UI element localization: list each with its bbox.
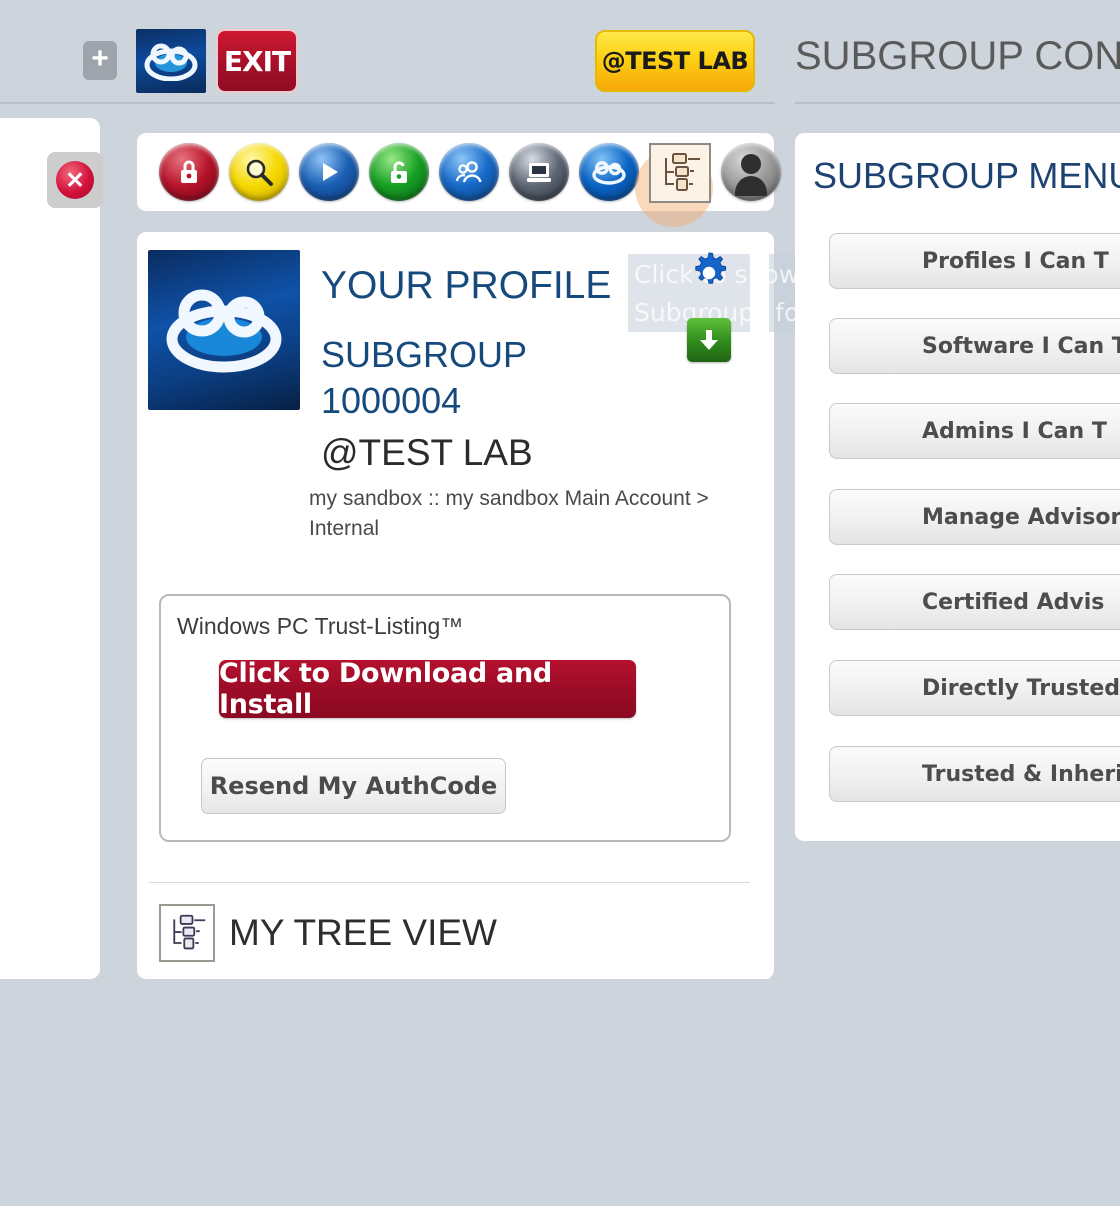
profile-lab-name: @TEST LAB	[321, 432, 533, 473]
page-title: SUBGROUP CONFIGU	[795, 34, 1120, 78]
menu-button-profiles-i-can-trust[interactable]: Profiles I Can T	[829, 233, 1120, 289]
menu-button-label: Manage Advisor A	[922, 504, 1120, 530]
settings-gear-icon[interactable]	[686, 250, 732, 296]
topbar-divider-left	[0, 102, 775, 104]
trust-listing-box: Windows PC Trust-Listing™ Click to Downl…	[159, 594, 731, 842]
app-logo[interactable]	[136, 29, 206, 93]
left-rail-panel	[0, 118, 100, 979]
avatar-glyph	[735, 154, 767, 196]
my-tree-view-row[interactable]: MY TREE VIEW	[159, 904, 497, 962]
unlock-glyph	[391, 161, 407, 183]
blue-play-icon[interactable]	[299, 143, 359, 201]
cloud-avatar-icon	[166, 289, 282, 373]
exit-button[interactable]: EXIT	[216, 29, 298, 93]
top-bar: + EXIT @TEST LAB SUBGROUP CONFIGU	[0, 0, 1120, 104]
menu-button-label: Profiles I Can T	[922, 248, 1109, 274]
close-button[interactable]: ✕	[47, 152, 103, 208]
download-install-label: Click to Download and Install	[219, 658, 552, 720]
add-button[interactable]: +	[83, 41, 117, 80]
menu-button-software-i-can-trust[interactable]: Software I Can T	[829, 318, 1120, 374]
lock-glyph	[181, 160, 197, 183]
topbar-divider-right	[795, 102, 1120, 104]
cloud-icon	[144, 43, 198, 81]
tree-glyph	[173, 914, 206, 950]
menu-button-manage-advisor-access[interactable]: Manage Advisor A	[829, 489, 1120, 545]
profile-subgroup-id: SUBGROUP 1000004	[321, 334, 527, 421]
profile-card: YOUR PROFILE SUBGROUP 1000004 @TEST LAB …	[137, 232, 774, 979]
profile-breadcrumb-path: my sandbox :: my sandbox Main Account > …	[309, 487, 709, 540]
tree-view-icon	[159, 904, 215, 962]
tree-glyph	[665, 153, 700, 191]
gray-device-icon[interactable]	[509, 143, 569, 201]
menu-button-trusted-and-inherited[interactable]: Trusted & Inherited	[829, 746, 1120, 802]
menu-button-label: Directly Trusted P	[922, 675, 1120, 701]
profile-heading: YOUR PROFILE	[321, 264, 612, 307]
close-icon: ✕	[56, 161, 94, 199]
subgroup-menu-panel: SUBGROUP MENU Profiles I Can T Software …	[795, 133, 1120, 841]
resend-authcode-button[interactable]: Resend My AuthCode	[201, 758, 506, 814]
green-unlock-icon[interactable]	[369, 143, 429, 201]
tree-view-icon[interactable]	[635, 143, 713, 227]
magnifier-glyph	[246, 159, 273, 186]
yellow-search-icon[interactable]	[229, 143, 289, 201]
user-avatar-icon[interactable]	[721, 143, 781, 201]
menu-button-admins-i-can-trust[interactable]: Admins I Can T	[829, 403, 1120, 459]
red-lock-icon[interactable]	[159, 143, 219, 201]
play-glyph	[323, 163, 338, 181]
download-install-button[interactable]: Click to Download and Install	[219, 658, 636, 720]
menu-button-certified-advisors[interactable]: Certified Advis	[829, 574, 1120, 630]
trust-listing-title: Windows PC Trust-Listing™	[177, 613, 464, 639]
menu-button-label: Trusted & Inherited	[922, 761, 1120, 787]
resend-authcode-label: Resend My AuthCode	[209, 772, 498, 800]
cloud-glyph	[592, 161, 626, 185]
menu-button-directly-trusted-profiles[interactable]: Directly Trusted P	[829, 660, 1120, 716]
subgroup-menu-title: SUBGROUP MENU	[813, 155, 1120, 196]
blue-users-icon[interactable]	[439, 143, 499, 201]
download-arrow-icon[interactable]	[687, 318, 731, 362]
device-glyph	[527, 163, 551, 182]
menu-button-label: Certified Advis	[922, 589, 1105, 615]
my-tree-view-label: MY TREE VIEW	[229, 912, 497, 953]
scrollbar-track[interactable]	[750, 244, 769, 979]
menu-button-label: Admins I Can T	[922, 418, 1107, 444]
blue-cloud-icon[interactable]	[579, 143, 639, 201]
icon-toolbar	[137, 133, 781, 227]
plus-icon: +	[91, 42, 109, 75]
users-glyph	[455, 161, 482, 183]
lab-badge[interactable]: @TEST LAB	[595, 30, 755, 92]
card-divider	[149, 882, 759, 883]
profile-avatar	[148, 250, 300, 410]
exit-label: EXIT	[223, 44, 291, 78]
down-arrow-glyph	[700, 330, 718, 350]
menu-button-label: Software I Can T	[922, 333, 1120, 359]
lab-badge-label: @TEST LAB	[601, 47, 749, 75]
